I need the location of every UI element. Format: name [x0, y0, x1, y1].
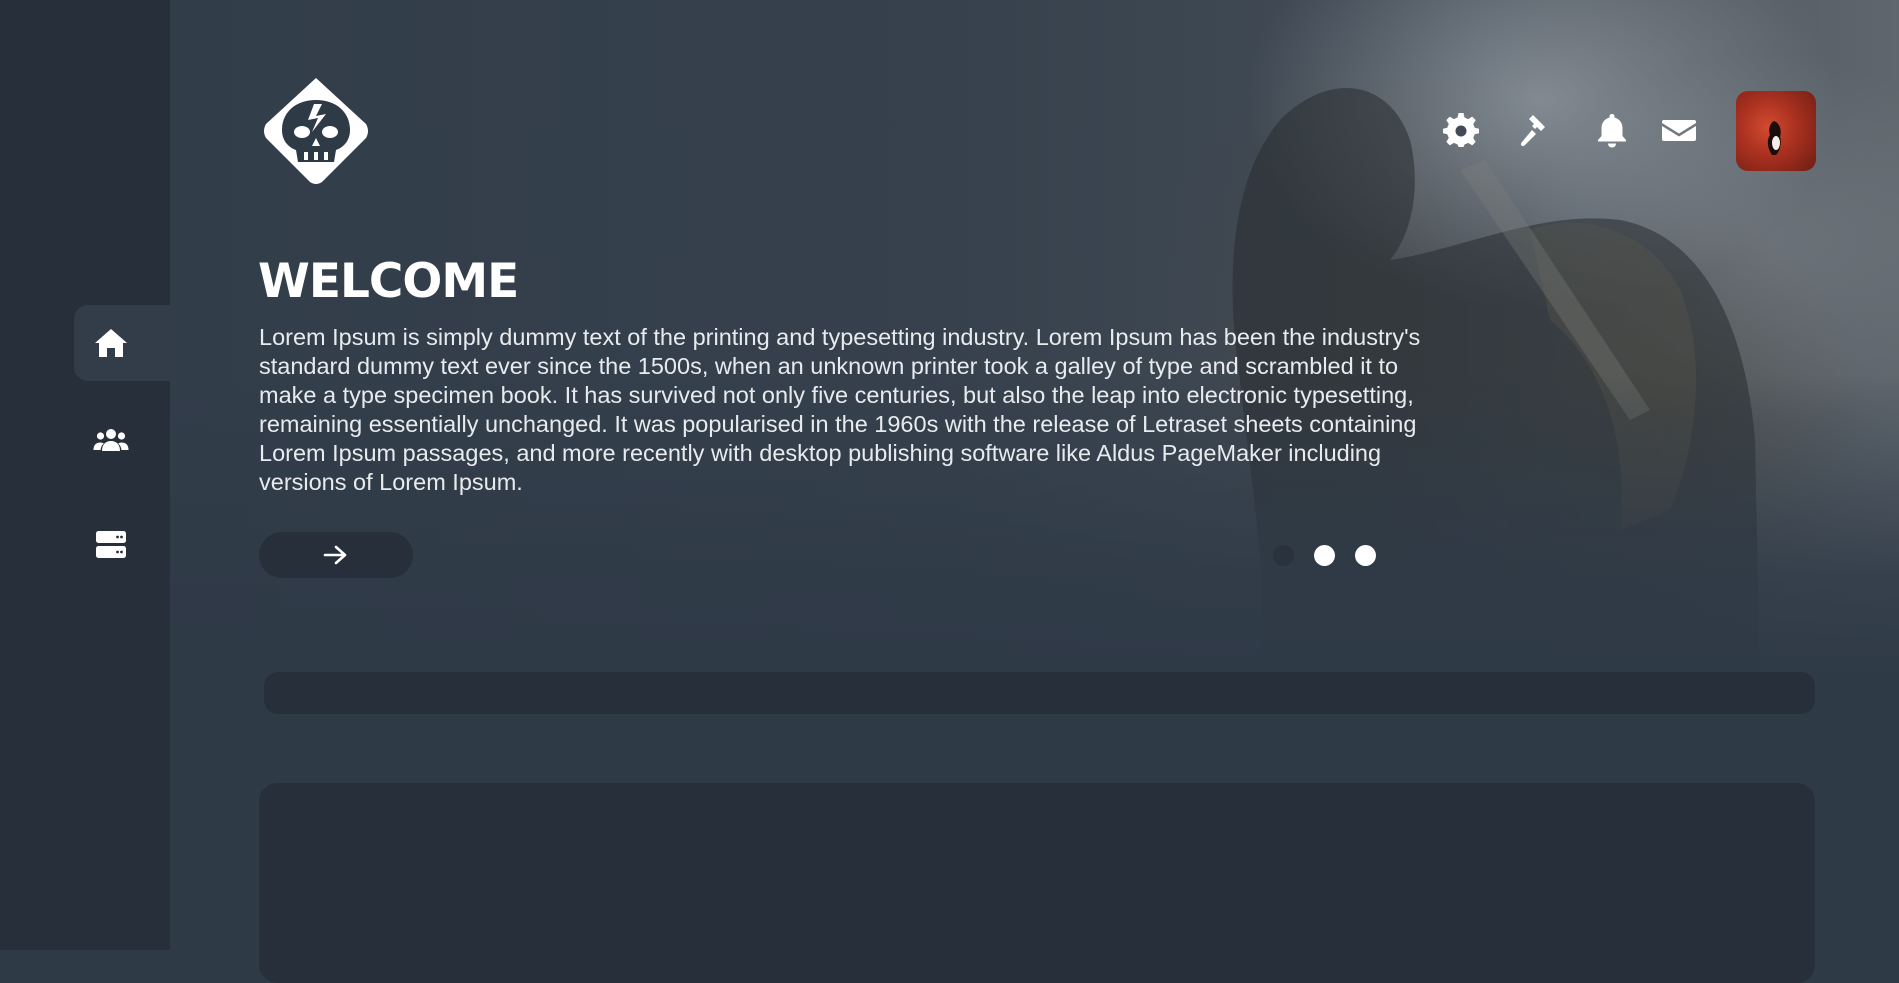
envelope-icon[interactable]: [1661, 112, 1697, 148]
hero-description: Lorem Ipsum is simply dummy text of the …: [259, 324, 1421, 495]
search-bar[interactable]: [264, 672, 1815, 714]
carousel-dot-1[interactable]: [1273, 545, 1294, 566]
skull-logo-icon[interactable]: [262, 76, 370, 186]
avatar[interactable]: [1736, 91, 1816, 171]
home-icon: [93, 325, 129, 361]
carousel-dot-3[interactable]: [1355, 545, 1376, 566]
users-icon: [93, 422, 129, 458]
page-title: WELCOME: [258, 254, 519, 309]
sidebar-item-servers[interactable]: [74, 506, 170, 582]
server-icon: [93, 526, 129, 562]
arrow-right-icon: [323, 544, 349, 566]
next-button[interactable]: [259, 532, 413, 578]
bell-icon[interactable]: [1594, 112, 1630, 148]
gear-icon[interactable]: [1443, 112, 1479, 148]
sidebar: [0, 0, 170, 950]
sidebar-item-home[interactable]: [74, 305, 170, 381]
sidebar-item-users[interactable]: [74, 402, 170, 478]
content-panel: [259, 783, 1815, 983]
carousel-dot-2[interactable]: [1314, 545, 1335, 566]
hammer-icon[interactable]: [1519, 112, 1555, 148]
